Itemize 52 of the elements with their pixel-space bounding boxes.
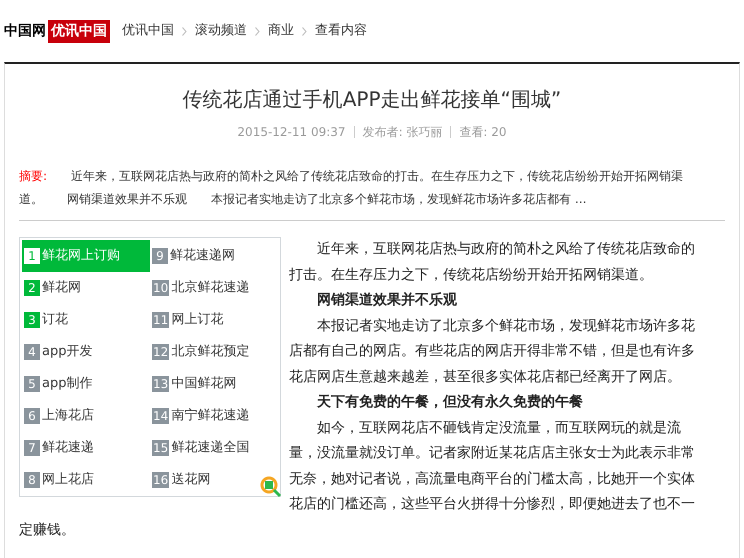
rank-number: 11 — [152, 312, 170, 328]
rank-number: 8 — [24, 472, 40, 488]
rank-number: 14 — [152, 408, 170, 424]
chevron-icon — [302, 26, 307, 36]
article-paragraph: 定赚钱。 — [19, 520, 76, 540]
rank-number: 3 — [24, 312, 40, 328]
ranking-item[interactable]: 8 网上花店 — [22, 464, 150, 496]
ranking-item[interactable]: 7 鲜花速递 — [22, 432, 150, 464]
rank-number: 16 — [152, 472, 170, 488]
ranking-item[interactable]: 10 北京鲜花速递 — [150, 272, 278, 304]
article-title: 传统花店通过手机APP走出鲜花接单“围城” — [182, 86, 562, 113]
search-logo-icon[interactable] — [260, 476, 282, 498]
article-meta: 发布者: 张巧丽 — [362, 124, 442, 141]
ranking-item[interactable]: 13 中国鲜花网 — [150, 368, 278, 400]
breadcrumb-link[interactable]: 优讯中国 — [122, 21, 174, 41]
site-logo-badge[interactable]: 优讯中国 — [48, 20, 110, 42]
ranking-item[interactable]: 9 鲜花速递网 — [150, 240, 278, 272]
rank-number: 6 — [24, 408, 40, 424]
rank-number: 15 — [152, 440, 170, 456]
breadcrumb-link[interactable]: 滚动频道 — [195, 21, 247, 41]
rank-number: 13 — [152, 376, 170, 392]
section-heading: 网销渠道效果并不乐观 — [316, 291, 458, 310]
rank-number: 1 — [24, 248, 40, 264]
article-paragraph: 如今，互联网花店不砸钱肯定没流量，而互联网玩的就是流量，没流量就没订单。记者家附近某花店店主张女士为此表示非常无奈，她对记者说，高流量电商平台的门槛太高，比她开一个实体花店的门槛还高，这些平台火拼得十分惨烈，即便她进去了也不一 — [289, 418, 696, 514]
rank-number: 7 — [24, 440, 40, 456]
article-meta: 2015-12-11 09:37 — [237, 124, 346, 141]
ranking-item[interactable]: 14 南宁鲜花速递 — [150, 400, 278, 432]
rank-number: 5 — [24, 376, 40, 392]
ranking-item[interactable]: 12 北京鲜花预定 — [150, 336, 278, 368]
breadcrumb-link[interactable]: 查看内容 — [315, 21, 367, 41]
ranking-item[interactable]: 6 上海花店 — [22, 400, 150, 432]
chevron-icon — [182, 26, 187, 36]
ranking-item[interactable]: 2 鲜花网 — [22, 272, 150, 304]
article-meta: 查看: 20 — [459, 124, 507, 141]
rank-number: 4 — [24, 344, 40, 360]
breadcrumb-link[interactable]: 商业 — [268, 21, 294, 41]
rank-number: 2 — [24, 280, 40, 296]
ranking-item[interactable]: 16 送花网 — [150, 464, 278, 496]
ranking-item[interactable]: 4 app开发 — [22, 336, 150, 368]
rank-number: 10 — [152, 280, 170, 296]
ranking-item[interactable]: 15 鲜花速递全国 — [150, 432, 278, 464]
rank-number: 9 — [152, 248, 168, 264]
ranking-item[interactable]: 5 app制作 — [22, 368, 150, 400]
article-paragraph: 本报记者实地走访了北京多个鲜花市场，发现鲜花市场许多花店都有自己的网店。有些花店的网店开得非常不错，但是也有许多花店网店生意越来越差，甚至很多实体花店都已经离开了网店。 — [289, 316, 696, 386]
article-abstract: 摘要: 近年来，互联网花店热与政府的简朴之风给了传统花店致命的打击。在生存压力之下，传统花店纷纷开始开拓网销渠道。 网销渠道效果并不乐观 本报记者实地走访了北京多个鲜花市场，发现鲜花市场许多花店都有 ... — [19, 168, 684, 208]
article-paragraph: 近年来，互联网花店热与政府的简朴之风给了传统花店致命的打击。在生存压力之下，传统花店纷纷开始开拓网销渠道。 — [289, 240, 696, 284]
ranking-item[interactable]: 11 网上订花 — [150, 304, 278, 336]
section-heading: 天下有免费的午餐，但没有永久免费的午餐 — [316, 392, 584, 412]
chevron-icon — [255, 26, 260, 36]
site-logo[interactable]: 中国网 — [4, 20, 48, 42]
rank-number: 12 — [152, 344, 170, 360]
ranking-item[interactable]: 3 订花 — [22, 304, 150, 336]
